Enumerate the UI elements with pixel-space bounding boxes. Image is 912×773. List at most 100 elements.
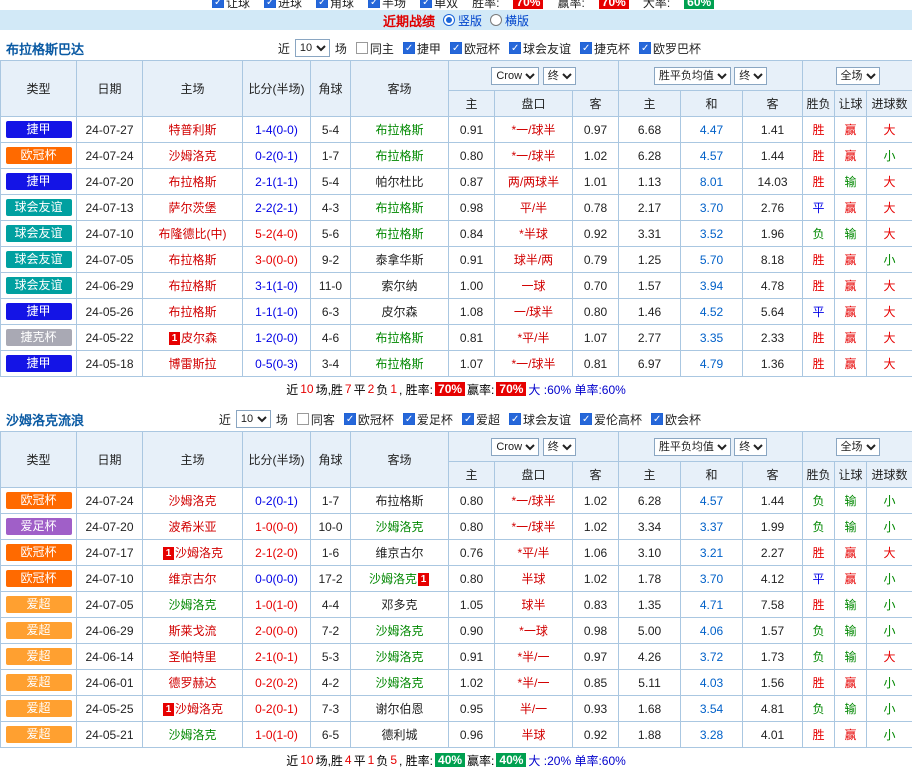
team-name[interactable]: 沙姆洛克	[175, 546, 223, 560]
team-name[interactable]: 布拉格斯	[168, 175, 216, 189]
team-name[interactable]: 维京古尔	[375, 546, 423, 560]
layout-vertical-radio[interactable]: 竖版	[443, 12, 482, 29]
team-name[interactable]: 博雷斯拉	[168, 357, 216, 371]
checkbox-checked-icon[interactable]	[639, 42, 651, 54]
team-name[interactable]: 布拉格斯	[375, 357, 423, 371]
match-count-select[interactable]: 10	[295, 39, 330, 57]
checkbox-unchecked-icon[interactable]	[297, 413, 309, 425]
layout-horizontal-radio[interactable]: 横版	[490, 12, 529, 29]
filter-checkbox-球会友谊[interactable]: 球会友谊	[509, 411, 571, 428]
filter-checkbox-同主[interactable]: 同主	[356, 40, 394, 57]
team-name[interactable]: 沙姆洛克	[168, 728, 216, 742]
team-name[interactable]: 布隆德比(中)	[159, 227, 227, 241]
team-name[interactable]: 泰拿华斯	[375, 253, 423, 267]
team-name[interactable]: 布拉格斯	[375, 331, 423, 345]
checkbox-checked-icon[interactable]	[403, 42, 415, 54]
team-name[interactable]: 布拉格斯	[168, 305, 216, 319]
goals-result-cell: 大	[867, 644, 912, 670]
checkbox-checked-icon[interactable]	[509, 413, 521, 425]
team-name[interactable]: 沙姆洛克	[375, 624, 423, 638]
checkbox-checked-icon[interactable]	[212, 0, 224, 8]
team-name[interactable]: 沙姆洛克	[375, 520, 423, 534]
team-name[interactable]: 圣帕特里	[168, 650, 216, 664]
team-name[interactable]: 邓多克	[381, 598, 417, 612]
checkbox-checked-icon[interactable]	[450, 42, 462, 54]
team-name[interactable]: 布拉格斯	[168, 253, 216, 267]
filter-checkbox-爱超[interactable]: 爱超	[462, 411, 500, 428]
filter-checkbox-爱足杯[interactable]: 爱足杯	[403, 411, 453, 428]
filters-bar: 近 10 场 同主捷甲欧冠杯球会友谊捷克杯欧罗巴杯	[278, 39, 701, 57]
team-name[interactable]: 索尔纳	[381, 279, 417, 293]
top-filter-半场[interactable]: 半场	[368, 0, 406, 10]
top-filter-让球[interactable]: 让球	[212, 0, 250, 10]
eu-home-odds-cell: 6.28	[619, 488, 681, 514]
team-name[interactable]: 特普利斯	[168, 123, 216, 137]
team-name[interactable]: 沙姆洛克	[168, 149, 216, 163]
team-name[interactable]: 皮尔森	[381, 305, 417, 319]
checkbox-checked-icon[interactable]	[509, 42, 521, 54]
filter-checkbox-捷甲[interactable]: 捷甲	[403, 40, 441, 57]
eu-odds-select[interactable]: 胜平负均值	[654, 67, 731, 85]
team-name[interactable]: 布拉格斯	[375, 201, 423, 215]
eu-odds-select[interactable]: 胜平负均值	[654, 438, 731, 456]
ah-final-select[interactable]: 终	[543, 438, 576, 456]
team-name[interactable]: 维京古尔	[168, 572, 216, 586]
team-name[interactable]: 沙姆洛克	[375, 676, 423, 690]
filter-checkbox-欧罗巴杯[interactable]: 欧罗巴杯	[639, 40, 701, 57]
filter-checkbox-同客[interactable]: 同客	[297, 411, 335, 428]
team-name[interactable]: 德罗赫达	[168, 676, 216, 690]
checkbox-checked-icon[interactable]	[368, 0, 380, 8]
scope-select[interactable]: 全场	[836, 438, 880, 456]
match-count-select[interactable]: 10	[236, 410, 271, 428]
filter-checkbox-欧冠杯[interactable]: 欧冠杯	[450, 40, 500, 57]
ah-final-select[interactable]: 终	[543, 67, 576, 85]
checkbox-checked-icon[interactable]	[651, 413, 663, 425]
team-name[interactable]: 德利城	[381, 728, 417, 742]
team-name[interactable]: 波希米亚	[168, 520, 216, 534]
team-name[interactable]: 萨尔茨堡	[168, 201, 216, 215]
score-cell: 0-2(0-1)	[243, 143, 311, 169]
checkbox-checked-icon[interactable]	[420, 0, 432, 8]
checkbox-checked-icon[interactable]	[462, 413, 474, 425]
checkbox-checked-icon[interactable]	[264, 0, 276, 8]
checkbox-checked-icon[interactable]	[344, 413, 356, 425]
top-filter-角球[interactable]: 角球	[316, 0, 354, 10]
team-name[interactable]: 沙姆洛克	[369, 572, 417, 586]
filter-checkbox-球会友谊[interactable]: 球会友谊	[509, 40, 571, 57]
handicap-word: 输	[845, 598, 857, 612]
team-name[interactable]: 沙姆洛克	[375, 650, 423, 664]
team-name[interactable]: 沙姆洛克	[168, 494, 216, 508]
team-name[interactable]: 斯莱戈流	[168, 624, 216, 638]
team-name[interactable]: 谢尔伯恩	[375, 702, 423, 716]
team-name[interactable]: 沙姆洛克	[175, 702, 223, 716]
checkbox-checked-icon[interactable]	[580, 42, 592, 54]
scope-select[interactable]: 全场	[836, 67, 880, 85]
team-name[interactable]: 布拉格斯	[375, 149, 423, 163]
checkbox-checked-icon[interactable]	[316, 0, 328, 8]
radio-selected-icon[interactable]	[443, 14, 455, 26]
top-filter-单双[interactable]: 单双	[420, 0, 458, 10]
odds-provider-select[interactable]: Crow	[491, 67, 539, 85]
team-name[interactable]: 皮尔森	[181, 331, 217, 345]
checkbox-checked-icon[interactable]	[403, 413, 415, 425]
team-name[interactable]: 帕尔杜比	[375, 175, 423, 189]
team-name[interactable]: 布拉格斯	[375, 227, 423, 241]
filter-checkbox-爱伦高杯[interactable]: 爱伦高杯	[580, 411, 642, 428]
filter-checkbox-捷克杯[interactable]: 捷克杯	[580, 40, 630, 57]
top-filter-进球[interactable]: 进球	[264, 0, 302, 10]
filter-checkbox-欧会杯[interactable]: 欧会杯	[651, 411, 701, 428]
eu-final-select[interactable]: 终	[734, 438, 767, 456]
checkbox-unchecked-icon[interactable]	[356, 42, 368, 54]
eu-draw-odds-cell: 3.94	[681, 273, 743, 299]
team-name[interactable]: 布拉格斯	[375, 494, 423, 508]
checkbox-checked-icon[interactable]	[580, 413, 592, 425]
eu-final-select[interactable]: 终	[734, 67, 767, 85]
handicap-line: *半球	[519, 227, 548, 241]
team-name[interactable]: 布拉格斯	[375, 123, 423, 137]
radio-unselected-icon[interactable]	[490, 14, 502, 26]
filter-checkbox-欧冠杯[interactable]: 欧冠杯	[344, 411, 394, 428]
odds-provider-select[interactable]: Crow	[491, 438, 539, 456]
team-name[interactable]: 沙姆洛克	[168, 598, 216, 612]
team-name[interactable]: 布拉格斯	[168, 279, 216, 293]
goals-result-cell: 小	[867, 722, 912, 748]
